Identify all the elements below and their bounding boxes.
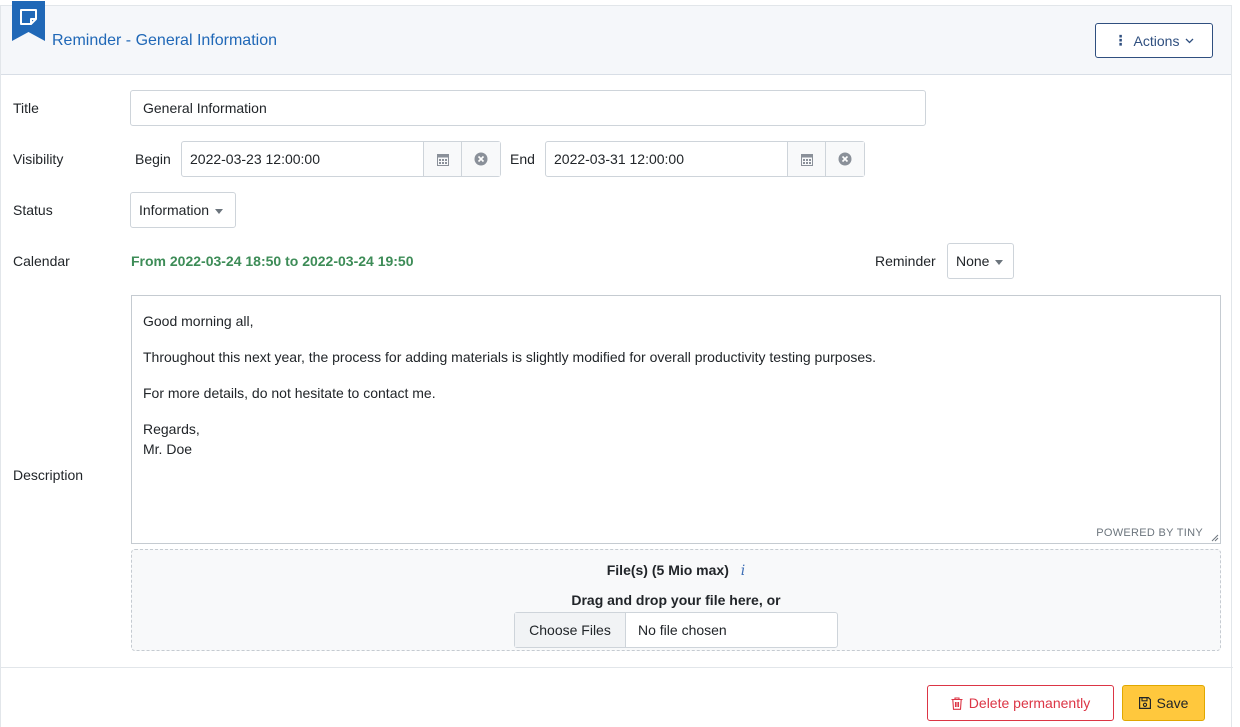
begin-date-group: 2022-03-23 12:00:00	[181, 141, 501, 177]
page-title: Reminder - General Information	[52, 32, 277, 49]
status-select[interactable]: Information	[130, 192, 236, 228]
reminder-label: Reminder	[875, 253, 936, 269]
end-calendar-button[interactable]	[788, 142, 826, 176]
calendar-icon	[800, 153, 813, 166]
begin-label: Begin	[135, 151, 171, 167]
form-header: Reminder - General Information ⋮ Actions	[1, 1, 1231, 75]
kebab-icon: ⋮	[1113, 32, 1128, 48]
clear-circle-icon	[474, 152, 488, 166]
reminder-select[interactable]: None	[947, 243, 1014, 279]
powered-by-tiny[interactable]: POWERED BY TINY	[1096, 527, 1203, 539]
visibility-label: Visibility	[13, 151, 64, 167]
note-bookmark-icon	[12, 1, 45, 41]
choose-files-button[interactable]: Choose Files	[515, 613, 626, 647]
delete-label: Delete permanently	[968, 695, 1091, 711]
clear-circle-icon	[838, 152, 852, 166]
file-dropzone[interactable]: File(s) (5 Mio max) i Drag and drop your…	[131, 549, 1221, 651]
trash-icon	[951, 696, 963, 710]
status-value: Information	[139, 202, 210, 218]
save-icon	[1138, 697, 1151, 709]
calendar-range-text: From 2022-03-24 18:50 to 2022-03-24 19:5…	[131, 253, 414, 269]
description-line: Mr. Doe	[143, 441, 193, 457]
title-label: Title	[13, 100, 39, 116]
footer-divider	[1, 667, 1233, 668]
calendar-label: Calendar	[13, 253, 70, 269]
title-input[interactable]: General Information	[130, 90, 926, 126]
reminder-form-card: Reminder - General Information ⋮ Actions…	[0, 1, 1233, 727]
reminder-value: None	[956, 253, 990, 269]
save-label: Save	[1156, 695, 1189, 711]
description-line: Regards,	[143, 421, 200, 437]
chevron-down-icon	[1185, 38, 1194, 43]
description-line: Throughout this next year, the process f…	[143, 349, 877, 365]
description-label: Description	[13, 467, 84, 483]
end-date-group: 2022-03-31 12:00:00	[545, 141, 865, 177]
caret-down-icon	[215, 208, 224, 214]
begin-date-input[interactable]: 2022-03-23 12:00:00	[182, 142, 424, 176]
calendar-icon	[436, 153, 449, 166]
description-line: For more details, do not hesitate to con…	[143, 385, 436, 401]
end-label: End	[510, 151, 535, 167]
save-button[interactable]: Save	[1122, 685, 1205, 721]
delete-permanently-button[interactable]: Delete permanently	[927, 685, 1114, 721]
upload-title: File(s) (5 Mio max) i	[132, 562, 1220, 579]
end-date-input[interactable]: 2022-03-31 12:00:00	[546, 142, 788, 176]
upload-title-text: File(s) (5 Mio max)	[606, 562, 729, 578]
actions-button[interactable]: ⋮ Actions	[1095, 23, 1213, 58]
actions-label: Actions	[1133, 32, 1180, 49]
status-label: Status	[13, 202, 53, 218]
end-clear-button[interactable]	[826, 142, 864, 176]
resize-handle-icon[interactable]	[1210, 533, 1219, 542]
description-line: Good morning all,	[143, 313, 254, 329]
drag-drop-text: Drag and drop your file here, or	[571, 592, 781, 608]
begin-clear-button[interactable]	[462, 142, 500, 176]
begin-calendar-button[interactable]	[424, 142, 462, 176]
file-input[interactable]: Choose Files No file chosen	[514, 612, 838, 648]
description-editor[interactable]: Good morning all, Throughout this next y…	[131, 295, 1221, 544]
caret-down-icon	[995, 259, 1004, 265]
info-icon[interactable]: i	[741, 563, 745, 579]
file-status-text: No file chosen	[638, 622, 727, 638]
